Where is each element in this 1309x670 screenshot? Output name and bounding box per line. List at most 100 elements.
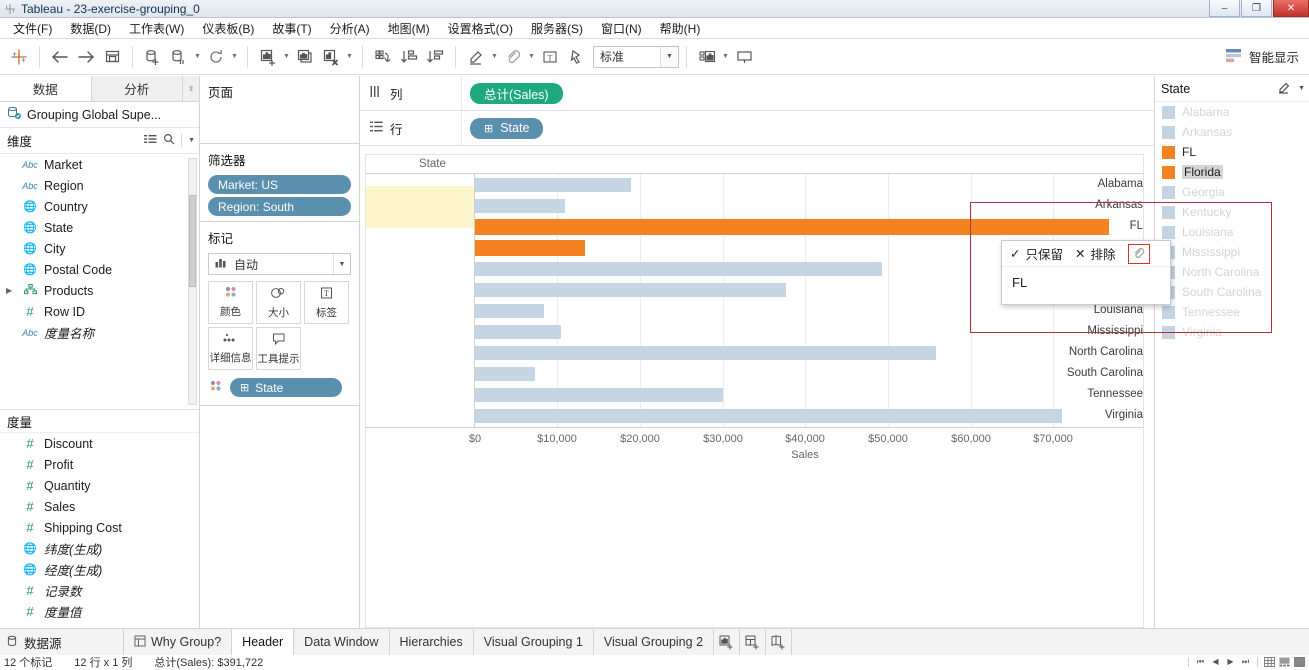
mark-type-selector[interactable]: 自动 ▼ (208, 253, 351, 275)
field-number-of-records[interactable]: # 记录数 (0, 580, 199, 601)
rows-shelf[interactable]: 行 ⊞ State (360, 111, 1154, 146)
new-worksheet-icon[interactable] (255, 44, 281, 70)
new-worksheet-button[interactable] (714, 629, 741, 655)
sheet-tab-visual-grouping-1[interactable]: Visual Grouping 1 (473, 629, 594, 655)
sheet-tab-header[interactable]: Header (232, 629, 295, 655)
highlighter-icon[interactable] (1277, 81, 1291, 97)
grid-view-icon[interactable] (144, 134, 157, 148)
duplicate-sheet-icon[interactable] (292, 44, 318, 70)
datasource-item[interactable]: Grouping Global Supe... (0, 102, 199, 128)
nav-prev-button[interactable]: ◀ (1208, 656, 1223, 668)
columns-shelf-body[interactable]: 总计(Sales) (462, 82, 1154, 104)
marks-pill-state[interactable]: ⊞ State (230, 378, 342, 397)
marks-color-button[interactable]: 颜色 (208, 281, 253, 324)
nav-last-button[interactable]: ⏭ (1238, 656, 1253, 668)
bar-tennessee[interactable] (475, 388, 723, 402)
field-measure-names[interactable]: Abc 度量名称 (0, 322, 199, 343)
field-row-id[interactable]: # Row ID (0, 301, 199, 322)
new-data-source-icon[interactable] (140, 44, 166, 70)
redo-arrow-icon[interactable] (73, 44, 99, 70)
mark-tooltip[interactable]: ✓ 只保留 ✕ 排除 FL (1001, 240, 1171, 305)
sheet-tab-visual-grouping-2[interactable]: Visual Grouping 2 (593, 629, 715, 655)
legend-item-virginia[interactable]: Virginia (1155, 322, 1309, 342)
menu-item-data[interactable]: 数据(D) (61, 18, 120, 39)
undo-arrow-icon[interactable] (47, 44, 73, 70)
marks-detail-button[interactable]: 详细信息 (208, 327, 253, 370)
keep-only-action[interactable]: ✓ 只保留 (1010, 244, 1063, 263)
show-cards-icon[interactable] (694, 44, 720, 70)
columns-shelf[interactable]: 列 总计(Sales) (360, 76, 1154, 111)
menu-item-server[interactable]: 服务器(S) (522, 18, 592, 39)
chevron-down-icon[interactable]: ▼ (188, 137, 195, 144)
chevron-down-icon[interactable]: ▼ (489, 44, 500, 70)
bar-alabama[interactable] (475, 178, 631, 192)
chevron-down-icon[interactable]: ▼ (1298, 85, 1305, 92)
chevron-right-icon[interactable]: ▶ (6, 286, 12, 295)
chevron-down-icon[interactable]: ▼ (192, 44, 203, 70)
minimize-button[interactable]: – (1209, 0, 1240, 17)
field-region[interactable]: Abc Region (0, 175, 199, 196)
field-longitude[interactable]: 🌐 经度(生成) (0, 559, 199, 580)
scrollbar-thumb[interactable] (189, 195, 196, 287)
legend-item-mississippi[interactable]: Mississippi (1155, 242, 1309, 262)
chevron-down-icon[interactable]: ▼ (720, 44, 731, 70)
chevron-down-icon[interactable]: ▼ (333, 254, 350, 274)
tab-analytics[interactable]: 分析 (91, 76, 183, 101)
field-city[interactable]: 🌐 City (0, 238, 199, 259)
sheet-view-icon[interactable] (1292, 656, 1307, 668)
field-quantity[interactable]: # Quantity (0, 475, 199, 496)
close-button[interactable]: ✕ (1273, 0, 1309, 17)
menu-item-dashboard[interactable]: 仪表板(B) (193, 18, 263, 39)
legend-item-florida[interactable]: Florida (1155, 162, 1309, 182)
bar-north-carolina[interactable] (475, 346, 936, 360)
menu-item-story[interactable]: 故事(T) (263, 18, 320, 39)
new-story-button[interactable] (766, 629, 793, 655)
fix-axes-icon[interactable] (563, 44, 589, 70)
tableau-home-icon[interactable] (6, 44, 32, 70)
show-me-button[interactable]: 智能显示 (1225, 47, 1299, 66)
refresh-data-source-icon[interactable] (203, 44, 229, 70)
legend-item-north-carolina[interactable]: North Carolina (1155, 262, 1309, 282)
presentation-mode-icon[interactable] (731, 44, 757, 70)
menu-item-analysis[interactable]: 分析(A) (321, 18, 379, 39)
legend-item-fl[interactable]: FL (1155, 142, 1309, 162)
rows-pill-state[interactable]: ⊞ State (470, 117, 544, 139)
exclude-action[interactable]: ✕ 排除 (1075, 244, 1116, 263)
pane-resize-icon[interactable]: ⇳ (183, 76, 199, 101)
save-icon[interactable] (99, 44, 125, 70)
chevron-down-icon[interactable]: ▼ (344, 44, 355, 70)
chevron-down-icon[interactable]: ▼ (526, 44, 537, 70)
legend-item-georgia[interactable]: Georgia (1155, 182, 1309, 202)
legend-item-alabama[interactable]: Alabama (1155, 102, 1309, 122)
menu-item-worksheet[interactable]: 工作表(W) (120, 18, 193, 39)
maximize-button[interactable]: ❐ (1241, 0, 1272, 17)
sort-ascending-icon[interactable] (396, 44, 422, 70)
menu-item-help[interactable]: 帮助(H) (651, 18, 710, 39)
group-paperclip-icon[interactable] (1127, 243, 1150, 264)
dimensions-scrollbar[interactable] (188, 158, 197, 405)
search-icon[interactable] (163, 133, 175, 148)
field-measure-values[interactable]: # 度量值 (0, 601, 199, 622)
menu-item-file[interactable]: 文件(F) (4, 18, 61, 39)
menu-item-map[interactable]: 地图(M) (379, 18, 439, 39)
group-members-icon[interactable] (500, 44, 526, 70)
legend-item-louisiana[interactable]: Louisiana (1155, 222, 1309, 242)
chevron-down-icon[interactable]: ▼ (660, 46, 678, 67)
bar-georgia[interactable] (475, 262, 882, 276)
field-products[interactable]: ▶ Products (0, 280, 199, 301)
field-sales[interactable]: # Sales (0, 496, 199, 517)
menu-item-window[interactable]: 窗口(N) (592, 18, 651, 39)
highlight-icon[interactable] (463, 44, 489, 70)
sheet-tab-hierarchies[interactable]: Hierarchies (389, 629, 474, 655)
field-profit[interactable]: # Profit (0, 454, 199, 475)
field-market[interactable]: Abc Market (0, 154, 199, 175)
bar-south-carolina[interactable] (475, 367, 535, 381)
nav-first-button[interactable]: ⏮ (1193, 656, 1208, 668)
legend-item-south-carolina[interactable]: South Carolina (1155, 282, 1309, 302)
field-state[interactable]: 🌐 State (0, 217, 199, 238)
menu-item-format[interactable]: 设置格式(O) (439, 18, 522, 39)
legend-item-tennessee[interactable]: Tennessee (1155, 302, 1309, 322)
clear-sheet-icon[interactable] (318, 44, 344, 70)
tab-data[interactable]: 数据 (0, 76, 92, 101)
marks-size-button[interactable]: 大小 (256, 281, 301, 324)
